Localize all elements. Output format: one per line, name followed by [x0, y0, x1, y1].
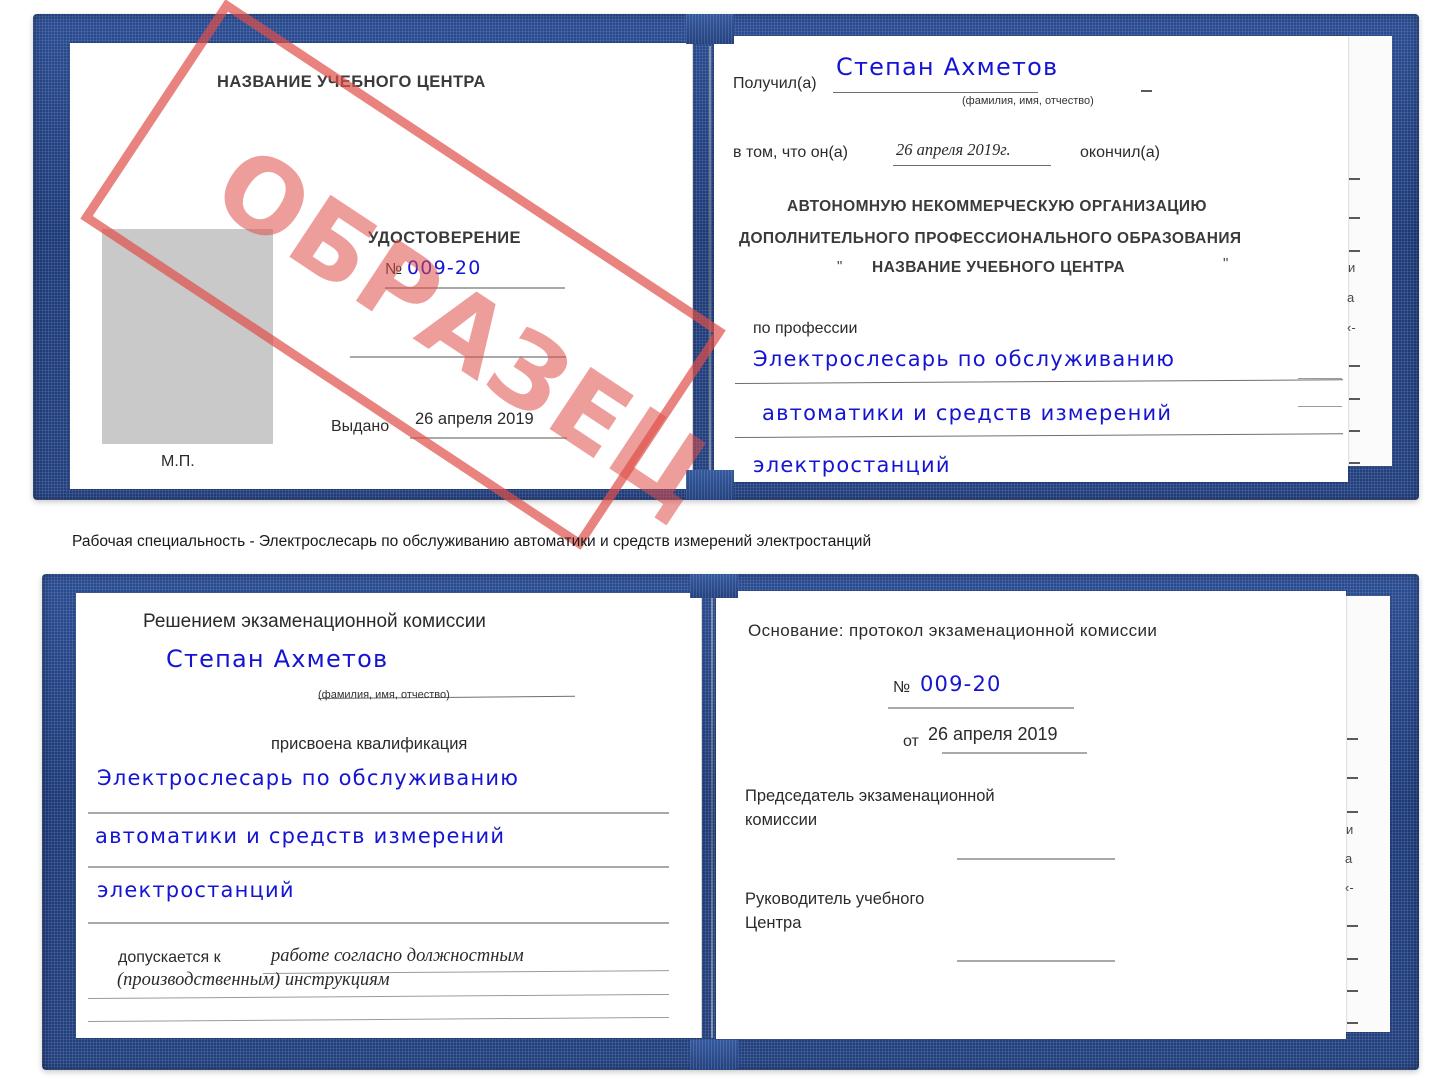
chairman-line1-bottom: Председатель экзаменационной: [745, 787, 995, 805]
spine-notch-bottom-top: [690, 574, 738, 598]
admitted-value-line1-bottom: работе согласно должностным: [271, 946, 524, 966]
admitted-label-bottom: допускается к: [118, 949, 221, 966]
issued-label-top: Выдано: [331, 418, 390, 435]
spine-line-bottom: [711, 598, 713, 1038]
edge-frag-bottom-a: а: [1345, 851, 1353, 866]
seal-label-top: М.П.: [161, 453, 195, 470]
completed-label-top: окончил(а): [1080, 144, 1160, 161]
profession-line3-top: электростанций: [753, 453, 951, 477]
spine-notch-top-bottom: [686, 470, 734, 500]
profession-line2-top: автоматики и средств измерений: [762, 401, 1173, 425]
head-line1-bottom: Руководитель учебного: [745, 890, 925, 908]
photo-placeholder-top: [102, 229, 273, 444]
received-label-top: Получил(а): [733, 75, 817, 92]
head-signature-rule-bottom: [957, 960, 1115, 962]
qualification-rule-bottom-2: [88, 866, 669, 868]
qualification-rule-bottom-1: [88, 812, 669, 814]
org-line2-top: ДОПОЛНИТЕЛЬНОГО ПРОФЕССИОНАЛЬНОГО ОБРАЗО…: [739, 230, 1242, 247]
edge-frag-top-arrow: ‹-: [1347, 320, 1356, 335]
edge-dash-top-2: [1349, 217, 1360, 219]
org-quote-open-top: ": [837, 258, 843, 275]
received-value-top: Степан Ахметов: [836, 53, 1059, 81]
number-label-bottom: №: [893, 679, 911, 696]
fio-hint-top: (фамилия, имя, отчество): [962, 95, 1094, 107]
edge-dash-bottom-5: [1347, 958, 1358, 960]
edge-dash-top-1: [1349, 178, 1360, 180]
issued-value-top: 26 апреля 2019: [415, 410, 534, 428]
qualification-line1-bottom: Электрослесарь по обслуживанию: [97, 766, 520, 790]
qualification-label-bottom: присвоена квалификация: [271, 735, 468, 753]
edge-dash-top-6: [1349, 430, 1360, 432]
number-rule-top: [385, 287, 565, 289]
qualification-rule-bottom-3: [88, 922, 669, 924]
received-rule-top: [833, 92, 1038, 93]
edge-dash-top-4: [1349, 365, 1360, 367]
edge-dash-top-a: [1141, 90, 1152, 92]
number-value-top: 009-20: [407, 257, 482, 279]
in-that-label-top: в том, что он(а): [733, 144, 848, 161]
edge-dash-bottom-1: [1347, 738, 1358, 740]
qualification-line2-bottom: автоматики и средств измерений: [95, 824, 506, 848]
decision-heading-bottom: Решением экзаменационной комиссии: [143, 611, 486, 632]
edge-dash-top-7: [1349, 462, 1360, 464]
edge-frag-top-i: и: [1348, 260, 1356, 275]
issued-rule-top: [410, 437, 567, 439]
edge-dash-bottom-4: [1347, 925, 1358, 927]
org-quote-close-top: ": [1223, 255, 1229, 272]
caption-text: Рабочая специальность - Электрослесарь п…: [72, 533, 872, 550]
date-rule-bottom: [942, 752, 1087, 754]
screenshot-root: НАЗВАНИЕ УЧЕБНОГО ЦЕНТРА УДОСТОВЕРЕНИЕ №…: [0, 0, 1448, 1085]
spine-notch-top: [686, 14, 734, 44]
org-line1-top: АВТОНОМНУЮ НЕКОММЕРЧЕСКУЮ ОРГАНИЗАЦИЮ: [787, 198, 1207, 215]
edge-dash-bottom-2: [1347, 777, 1358, 779]
edge-frag-bottom-arrow: ‹-: [1345, 880, 1354, 895]
org-line3-top: НАЗВАНИЕ УЧЕБНОГО ЦЕНТРА: [872, 259, 1125, 276]
completion-date-rule-top: [893, 165, 1051, 166]
chairman-line2-bottom: комиссии: [745, 811, 818, 829]
edge-rule-top-1: [1298, 378, 1342, 379]
blank-rule-top-1: [350, 356, 566, 358]
fio-hint-bottom: (фамилия, имя, отчество): [318, 689, 450, 701]
edge-dash-bottom-6: [1347, 990, 1358, 992]
head-line2-bottom: Центра: [745, 914, 802, 932]
date-value-bottom: 26 апреля 2019: [928, 724, 1058, 744]
edge-dash-bottom-7: [1347, 1022, 1358, 1024]
profession-line1-top: Электрослесарь по обслуживанию: [753, 347, 1176, 371]
profession-label-top: по профессии: [753, 320, 858, 337]
edge-frag-bottom-i: и: [1346, 822, 1354, 837]
qualification-line3-bottom: электростанций: [97, 878, 295, 902]
completion-date-top: 26 апреля 2019г.: [896, 140, 1011, 159]
org-header-top: НАЗВАНИЕ УЧЕБНОГО ЦЕНТРА: [217, 73, 486, 91]
date-label-bottom: от: [903, 733, 919, 750]
spine-line-top: [709, 46, 711, 486]
number-value-bottom: 009-20: [920, 672, 1002, 696]
edge-rule-top-2: [1298, 406, 1342, 407]
chairman-signature-rule-bottom: [957, 858, 1115, 860]
basis-label-bottom: Основание: протокол экзаменационной коми…: [748, 621, 1158, 640]
edge-dash-top-3: [1349, 250, 1360, 252]
spine-notch-bottom-bottom: [690, 1040, 738, 1070]
number-label-top: №: [385, 261, 403, 278]
edge-frag-top-a: а: [1347, 290, 1355, 305]
edge-dash-bottom-3: [1347, 811, 1358, 813]
doc-title-top: УДОСТОВЕРЕНИЕ: [368, 229, 521, 247]
name-value-bottom: Степан Ахметов: [166, 645, 389, 673]
admitted-value-line2-bottom: (производственным) инструкциям: [117, 970, 390, 990]
edge-dash-top-5: [1349, 398, 1360, 400]
number-rule-bottom: [888, 707, 1074, 709]
